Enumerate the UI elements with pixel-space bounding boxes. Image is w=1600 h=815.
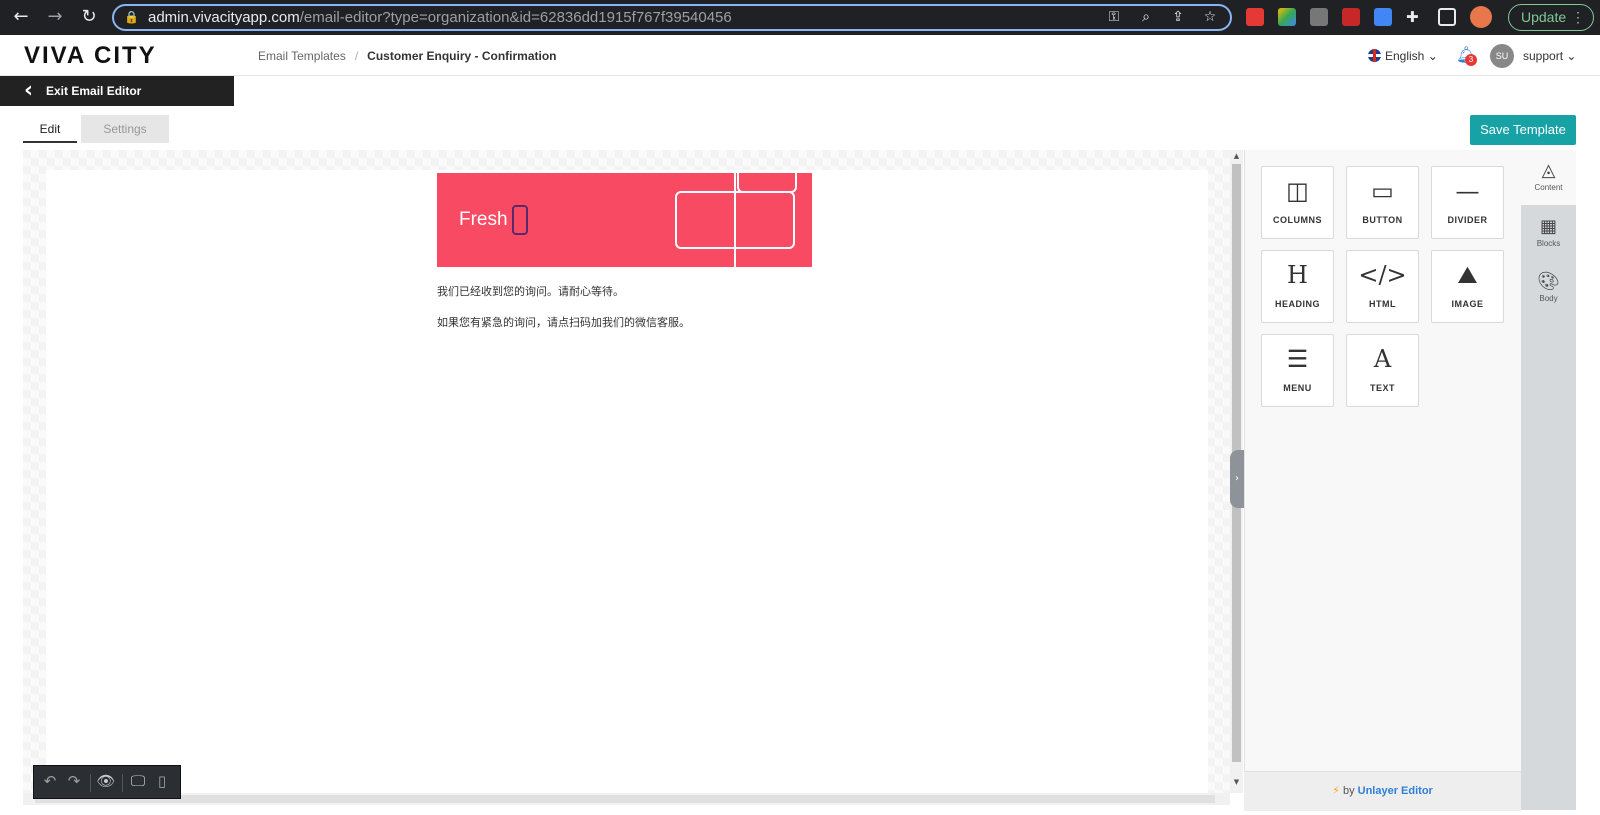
email-paragraph[interactable]: 我们已经收到您的询问。请耐心等待。 [437, 283, 624, 299]
scroll-thumb[interactable] [35, 795, 1215, 803]
grid-icon: ▦ [1539, 216, 1557, 237]
language-selector[interactable]: English ⌄ [1368, 49, 1438, 63]
sidepanel-icon[interactable] [1438, 8, 1456, 26]
tools-panel: ◫ COLUMNS ▭ BUTTON — DIVIDER H HEADING <… [1244, 150, 1521, 810]
preview-eye-icon[interactable]: 👁︎ [96, 772, 116, 792]
tool-label: TEXT [1369, 383, 1395, 393]
image-icon: ⛰ [1457, 261, 1478, 289]
desktop-icon[interactable]: 🖵︎ [128, 772, 148, 792]
profile-avatar[interactable] [1470, 6, 1492, 28]
breadcrumb-current: Customer Enquiry - Confirmation [367, 49, 557, 63]
tool-heading[interactable]: H HEADING [1261, 250, 1334, 323]
drive-icon[interactable] [1278, 8, 1296, 26]
uk-flag-icon [1368, 49, 1381, 62]
star-icon[interactable]: ☆ [1200, 9, 1220, 27]
horizontal-scrollbar[interactable] [23, 793, 1230, 805]
sidetab-label: Blocks [1536, 239, 1561, 248]
side-tabs: ◬ Content ▦ Blocks 🎨︎ Body [1521, 150, 1576, 810]
toolbar-divider [122, 774, 123, 792]
tool-label: COLUMNS [1273, 215, 1322, 225]
pdf-icon[interactable] [1342, 8, 1360, 26]
email-paragraph[interactable]: 如果您有紧急的询问，请点扫码加我们的微信客服。 [437, 314, 690, 330]
banner-decoration [734, 173, 736, 267]
toolbar-divider [90, 774, 91, 792]
scroll-down-icon[interactable]: ▼ [1232, 778, 1241, 786]
reload-icon[interactable]: ↻ [78, 6, 100, 28]
extension-icon[interactable] [1310, 8, 1328, 26]
tab-edit[interactable]: Edit [23, 115, 77, 143]
banner-logo-text: Fresh [459, 209, 508, 230]
columns-icon: ◫ [1286, 177, 1309, 205]
tool-menu[interactable]: ☰ MENU [1261, 334, 1334, 407]
zoom-icon[interactable]: ⌕ [1136, 9, 1156, 27]
chevron-left-icon: ‹ [24, 78, 34, 103]
key-icon[interactable]: ⚿ [1104, 9, 1124, 27]
breadcrumb: Email Templates / Customer Enquiry - Confi… [258, 49, 557, 63]
sidetab-body[interactable]: 🎨︎ Body [1521, 261, 1576, 316]
sidetab-content[interactable]: ◬ Content [1521, 150, 1576, 205]
mobile-icon[interactable]: ▯ [152, 772, 172, 792]
lock-icon: 🔒 [124, 10, 139, 24]
url-text: admin.vivacityapp.com/email-editor?type=… [148, 9, 732, 26]
breadcrumb-email-templates[interactable]: Email Templates [258, 49, 346, 63]
tool-columns[interactable]: ◫ COLUMNS [1261, 166, 1334, 239]
address-bar[interactable]: 🔒 admin.vivacityapp.com/email-editor?typ… [112, 4, 1232, 31]
scroll-up-icon[interactable]: ▲ [1232, 152, 1241, 160]
update-button[interactable]: Update ⋮ [1508, 4, 1594, 31]
tool-label: BUTTON [1362, 215, 1403, 225]
save-template-button[interactable]: Save Template [1470, 115, 1576, 145]
panel-footer: ⚡ by Unlayer Editor [1244, 771, 1521, 811]
footer-by: by [1342, 785, 1355, 797]
pocket-icon[interactable] [1246, 8, 1264, 26]
email-banner-image[interactable]: Fresh [437, 173, 812, 267]
browser-toolbar: ← → ↻ 🔒 admin.vivacityapp.com/email-edit… [0, 0, 1600, 35]
share-icon[interactable]: ⇪ [1168, 9, 1188, 27]
lightning-icon: ⚡ [1332, 784, 1340, 797]
tool-button[interactable]: ▭ BUTTON [1346, 166, 1419, 239]
tool-label: HTML [1369, 299, 1396, 309]
panel-collapse-handle[interactable]: › [1230, 450, 1244, 508]
heading-icon: H [1287, 261, 1308, 289]
palette-icon: 🎨︎ [1537, 271, 1560, 292]
notification-badge: 3 [1465, 54, 1477, 66]
button-icon: ▭ [1371, 177, 1394, 205]
puzzle-icon[interactable]: ✚ [1406, 8, 1424, 26]
avatar[interactable]: SU [1490, 44, 1514, 68]
unlayer-link[interactable]: Unlayer Editor [1358, 785, 1433, 797]
user-menu[interactable]: support ⌄ [1523, 49, 1576, 63]
translate-icon[interactable] [1374, 8, 1392, 26]
shapes-icon: ◬ [1541, 160, 1556, 181]
more-icon: ⋮ [1571, 9, 1585, 25]
sidetab-blocks[interactable]: ▦ Blocks [1521, 206, 1576, 261]
forward-icon[interactable]: → [44, 6, 66, 28]
code-icon: </> [1358, 261, 1407, 289]
exit-email-editor-button[interactable]: ‹ Exit Email Editor [0, 76, 234, 106]
tool-html[interactable]: </> HTML [1346, 250, 1419, 323]
breadcrumb-separator: / [354, 49, 359, 63]
menu-icon: ☰ [1286, 345, 1309, 373]
chevron-down-icon: ⌄ [1566, 49, 1577, 63]
tool-label: MENU [1283, 383, 1312, 393]
sidetab-label: Body [1539, 294, 1558, 303]
tool-text[interactable]: A TEXT [1346, 334, 1419, 407]
tool-image[interactable]: ⛰ IMAGE [1431, 250, 1504, 323]
banner-logo-mark [512, 205, 528, 235]
redo-icon[interactable]: ↷ [64, 772, 84, 792]
chevron-down-icon: ⌄ [1427, 49, 1438, 63]
logo[interactable]: VIVA CITY [24, 42, 157, 70]
banner-decoration [737, 173, 797, 193]
divider-icon: — [1455, 177, 1480, 205]
sidetab-label: Content [1534, 183, 1563, 192]
tool-divider[interactable]: — DIVIDER [1431, 166, 1504, 239]
editor-toolbar: ↶ ↷ 👁︎ 🖵︎ ▯ [33, 765, 181, 799]
text-icon: A [1373, 345, 1392, 373]
undo-icon[interactable]: ↶ [40, 772, 60, 792]
back-icon[interactable]: ← [10, 6, 32, 28]
tool-label: DIVIDER [1447, 215, 1488, 225]
tool-label: IMAGE [1451, 299, 1484, 309]
tool-label: HEADING [1274, 299, 1320, 309]
tab-settings[interactable]: Settings [81, 115, 169, 143]
app-header: VIVA CITY Email Templates / Customer Enqui… [0, 35, 1600, 76]
